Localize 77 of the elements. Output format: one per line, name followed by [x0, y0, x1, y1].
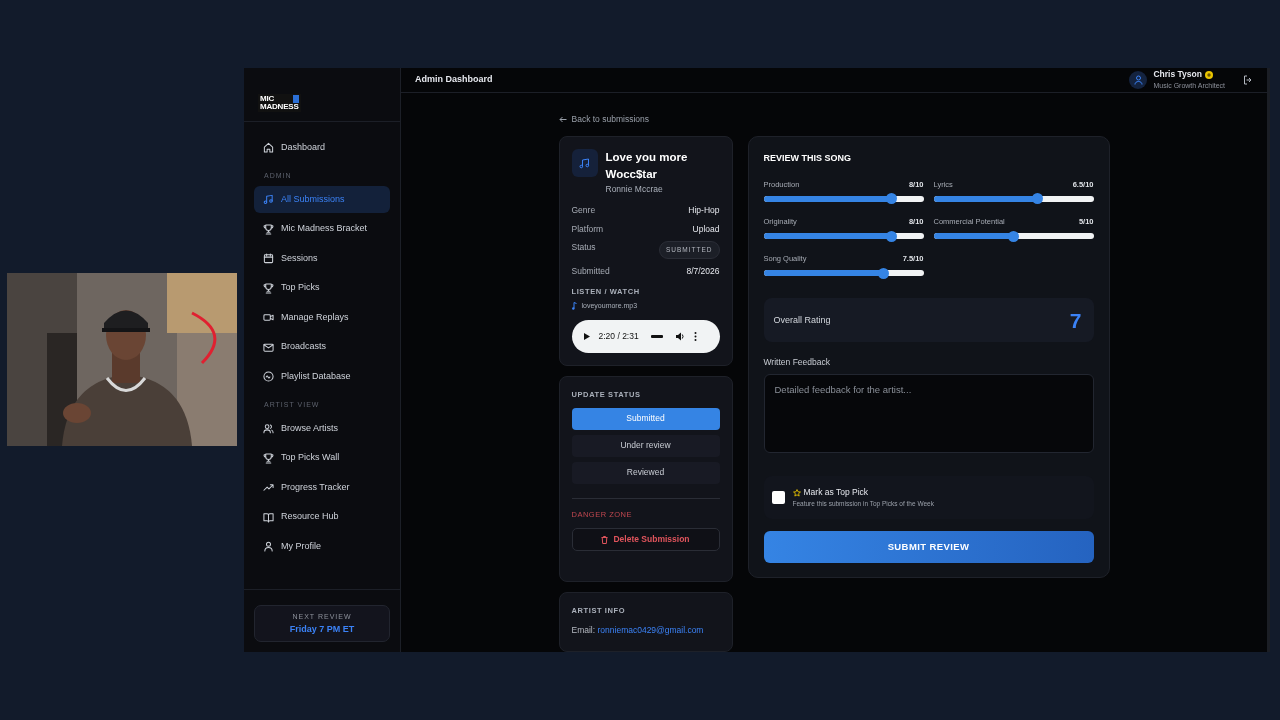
detail-value: Hip-Hop: [688, 203, 720, 217]
sidebar-item[interactable]: My Profile: [254, 533, 390, 560]
envelope-icon: [263, 341, 274, 353]
playback-time: 2:20 / 2:31: [598, 329, 639, 343]
detail-value: Upload: [692, 222, 720, 236]
song-title: Love you more Wocc$tar: [605, 150, 689, 182]
sidebar-item[interactable]: Resource Hub: [254, 503, 390, 531]
sidebar-item[interactable]: Mic Madness Bracket: [254, 215, 390, 243]
back-link[interactable]: Back to submissions: [558, 113, 649, 126]
slider-thumb[interactable]: [1008, 230, 1019, 242]
person-icon: [263, 541, 274, 552]
users-icon: [263, 423, 274, 434]
email-line: Email: ronniemac0429@gmail.com: [571, 624, 705, 637]
trash-icon: [601, 535, 609, 544]
status-option[interactable]: Under review: [571, 434, 720, 457]
music-note-icon: [571, 302, 577, 311]
sidebar-item[interactable]: Top Picks Wall: [254, 444, 390, 472]
sidebar-item[interactable]: Manage Replays: [254, 304, 390, 331]
trophy-icon: [263, 223, 274, 235]
detail-label: Platform: [571, 222, 604, 236]
volume-icon[interactable]: [675, 331, 685, 341]
sidebar-item[interactable]: Top Picks: [254, 274, 390, 302]
status-option[interactable]: Reviewed: [571, 461, 720, 484]
status-option[interactable]: Submitted: [571, 407, 720, 430]
logo: MIC MADNESS: [258, 94, 301, 112]
sidebar-item[interactable]: Browse Artists: [254, 415, 390, 442]
feedback-field[interactable]: Detailed feedback for the artist...: [763, 374, 1094, 453]
trophy-icon: [263, 282, 274, 294]
rating-slider[interactable]: [763, 233, 924, 239]
rating-slider[interactable]: [763, 270, 924, 277]
slider-thumb[interactable]: [886, 230, 897, 242]
detail-label: Status: [571, 241, 596, 254]
sidebar-item[interactable]: Playlist Database: [254, 363, 390, 390]
progress-icon[interactable]: [650, 334, 663, 338]
field-label: Written Feedback: [763, 356, 831, 369]
sidebar-item[interactable]: All Submissions: [254, 186, 390, 213]
detail-value: 8/7/2026: [686, 265, 720, 278]
avatar[interactable]: [1129, 71, 1148, 90]
email-link[interactable]: ronniemac0429@gmail.com: [597, 625, 704, 636]
more-icon[interactable]: [693, 331, 697, 341]
arrow-left-icon: [558, 116, 567, 124]
calendar-icon: [263, 253, 274, 264]
card-title: REVIEW THIS SONG: [763, 152, 852, 165]
trend-up-icon: [263, 482, 274, 493]
star-icon: [792, 488, 801, 497]
video-camera-icon: [263, 312, 274, 323]
music-note-icon: [571, 149, 598, 177]
user-name: Chris Tyson: [1153, 68, 1202, 82]
artist-name: Ronnie Mccrae: [605, 183, 664, 196]
top-pick-label: Mark as Top Pick: [803, 486, 869, 499]
sidebar-item[interactable]: Broadcasts: [254, 333, 390, 361]
next-review-time: Friday 7 PM ET: [288, 622, 356, 636]
overall-label: Overall Rating: [773, 313, 831, 327]
rating-slider[interactable]: [933, 195, 1094, 202]
delete-button[interactable]: Delete Submission: [571, 528, 720, 551]
disc-icon: [263, 371, 274, 382]
play-icon[interactable]: [583, 332, 590, 340]
rating-slider[interactable]: [933, 233, 1094, 239]
page-title: Admin Dashboard: [415, 73, 493, 87]
detail-label: Submitted: [571, 265, 610, 278]
book-icon: [263, 511, 274, 523]
submit-button[interactable]: SUBMIT REVIEW: [763, 531, 1094, 563]
rating-slider[interactable]: [763, 195, 924, 202]
music-note-icon: [263, 194, 274, 205]
overall-value: 7: [1069, 307, 1082, 334]
checkbox[interactable]: [771, 491, 785, 504]
trophy-icon: [263, 452, 274, 464]
sidebar-item[interactable]: Progress Tracker: [254, 474, 390, 501]
home-icon: [263, 142, 274, 153]
logout-icon[interactable]: [1243, 75, 1253, 86]
slider-thumb[interactable]: [1032, 193, 1043, 205]
slider-thumb[interactable]: [878, 267, 889, 279]
sidebar-item[interactable]: Dashboard: [254, 134, 390, 161]
badge-icon: [1204, 70, 1213, 79]
sidebar-item[interactable]: Sessions: [254, 245, 390, 272]
slider-thumb[interactable]: [886, 193, 897, 205]
detail-label: Genre: [571, 203, 596, 217]
